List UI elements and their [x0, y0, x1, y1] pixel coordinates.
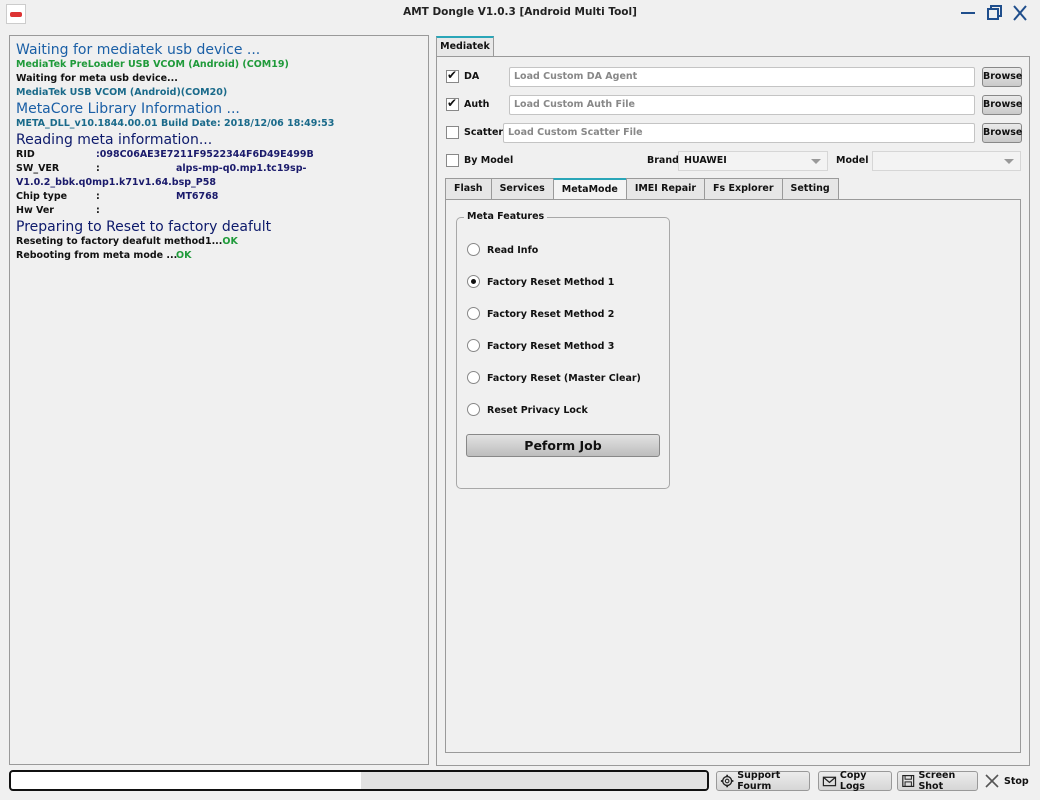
brand-select[interactable]: HUAWEI: [678, 151, 828, 171]
log-status: OK: [222, 236, 238, 247]
log-text: Rebooting from meta mode ...: [16, 250, 178, 261]
app-window: AMT Dongle V1.0.3 [Android Multi Tool] W…: [0, 0, 1040, 800]
window-title: AMT Dongle V1.0.3 [Android Multi Tool]: [403, 6, 637, 18]
radio-factory-reset-3[interactable]: [467, 339, 480, 352]
copy-logs-button[interactable]: Copy Logs: [818, 770, 892, 792]
log-status: OK: [176, 250, 192, 261]
close-icon: [1013, 5, 1027, 21]
da-browse-button[interactable]: Browse: [982, 67, 1022, 87]
progress-fill: [361, 772, 707, 789]
log-value: :098C06AE3E7211F9522344F6D49E499B: [96, 149, 314, 160]
radio-factory-reset-2[interactable]: [467, 307, 480, 320]
maximize-icon: [987, 5, 1002, 20]
log-line: V1.0.2_bbk.q0mp1.k71v1.64.bsp_P58: [16, 177, 216, 188]
log-line: META_DLL_v10.1844.00.01 Build Date: 2018…: [16, 118, 335, 129]
log-line: Reading meta information...: [16, 132, 213, 148]
radio-read-info[interactable]: [467, 243, 480, 256]
radio-label: Factory Reset Method 3: [487, 341, 615, 352]
log-line: Waiting for meta usb device...: [16, 73, 178, 84]
chevron-down-icon: [1004, 159, 1014, 164]
bymodel-checkbox[interactable]: [446, 154, 459, 167]
log-kv-chip: Chip type : MT6768: [16, 190, 422, 204]
auth-input[interactable]: Load Custom Auth File: [509, 95, 975, 115]
log-key: Hw Ver: [16, 205, 54, 216]
meta-features-title: Meta Features: [464, 211, 548, 222]
scatter-input[interactable]: Load Custom Scatter File: [503, 123, 975, 143]
log-sep: :: [96, 191, 100, 202]
support-forum-label: Support Fourm: [737, 770, 781, 792]
log-value: MT6768: [176, 191, 219, 202]
mail-icon: [822, 776, 837, 787]
screen-shot-label: Screen Shot: [918, 770, 956, 792]
log-line: MetaCore Library Information ...: [16, 101, 240, 117]
radio-label: Read Info: [487, 245, 539, 256]
feature-tabs: Flash Services MetaMode IMEI Repair Fs E…: [445, 178, 839, 200]
log-sep: :: [96, 163, 100, 174]
tab-setting[interactable]: Setting: [781, 178, 839, 199]
minimize-icon: [961, 12, 975, 14]
stop-button[interactable]: Stop: [984, 771, 1029, 791]
maximize-button[interactable]: [982, 2, 1006, 24]
scatter-checkbox[interactable]: [446, 126, 459, 139]
log-value: alps-mp-q0.mp1.tc19sp-: [176, 163, 307, 174]
tab-imei-repair[interactable]: IMEI Repair: [625, 178, 706, 199]
tab-metamode[interactable]: MetaMode: [552, 178, 627, 200]
tab-services[interactable]: Services: [490, 178, 554, 199]
scatter-browse-button[interactable]: Browse: [982, 123, 1022, 143]
da-checkbox[interactable]: [446, 68, 459, 83]
gear-icon: [720, 774, 734, 788]
log-key: SW_VER: [16, 163, 60, 174]
support-forum-button[interactable]: Support Fourm: [716, 770, 810, 792]
stop-label: Stop: [1004, 775, 1029, 787]
progress-bar: [9, 770, 709, 791]
save-icon: [902, 774, 915, 788]
log-sep: :: [96, 205, 100, 216]
log-line: Preparing to Reset to factory deafult: [16, 219, 272, 235]
log-line: Rebooting from meta mode ... OK: [16, 249, 422, 263]
da-input[interactable]: Load Custom DA Agent: [509, 67, 975, 87]
log-key: Chip type: [16, 191, 68, 202]
radio-master-clear[interactable]: [467, 371, 480, 384]
minimize-button[interactable]: [956, 2, 980, 24]
screen-shot-button[interactable]: Screen Shot: [897, 770, 978, 792]
model-select[interactable]: [872, 151, 1021, 171]
title-bar: AMT Dongle V1.0.3 [Android Multi Tool]: [0, 0, 1040, 28]
log-line: MediaTek USB VCOM (Android)(COM20): [16, 87, 228, 98]
stop-icon: [985, 774, 999, 788]
tab-mediatek[interactable]: Mediatek: [436, 36, 494, 57]
chevron-down-icon: [811, 159, 821, 164]
tab-fs-explorer[interactable]: Fs Explorer: [704, 178, 783, 199]
perform-job-button[interactable]: Peform Job: [466, 434, 660, 457]
auth-browse-button[interactable]: Browse: [982, 95, 1022, 115]
auth-label: Auth: [464, 99, 490, 110]
log-line: Reseting to factory deafult method1...OK: [16, 235, 422, 249]
brand-value: HUAWEI: [684, 155, 727, 166]
log-panel[interactable]: Waiting for mediatek usb device ... Medi…: [9, 35, 429, 765]
log-key: RID: [16, 149, 35, 160]
brand-label: Brand: [647, 155, 679, 166]
radio-factory-reset-1[interactable]: [467, 275, 480, 288]
bymodel-label: By Model: [464, 155, 514, 166]
auth-checkbox[interactable]: [446, 96, 459, 111]
close-button[interactable]: [1008, 2, 1032, 24]
log-line: MediaTek PreLoader USB VCOM (Android) (C…: [16, 59, 289, 70]
log-line: Waiting for mediatek usb device ...: [16, 42, 261, 58]
tab-flash[interactable]: Flash: [445, 178, 492, 199]
log-kv-hw: Hw Ver :: [16, 204, 422, 218]
model-label: Model: [836, 155, 869, 166]
scatter-label: Scatter: [464, 127, 504, 138]
radio-label: Reset Privacy Lock: [487, 405, 588, 416]
radio-label: Factory Reset Method 1: [487, 277, 615, 288]
log-kv-swver: SW_VER : alps-mp-q0.mp1.tc19sp-: [16, 162, 422, 176]
radio-label: Factory Reset Method 2: [487, 309, 615, 320]
copy-logs-label: Copy Logs: [839, 770, 867, 792]
log-kv-rid: RID :098C06AE3E7211F9522344F6D49E499B: [16, 148, 422, 162]
da-label: DA: [464, 71, 480, 82]
log-text: Reseting to factory deafult method1...: [16, 236, 223, 247]
radio-reset-privacy-lock[interactable]: [467, 403, 480, 416]
radio-label: Factory Reset (Master Clear): [487, 373, 641, 384]
